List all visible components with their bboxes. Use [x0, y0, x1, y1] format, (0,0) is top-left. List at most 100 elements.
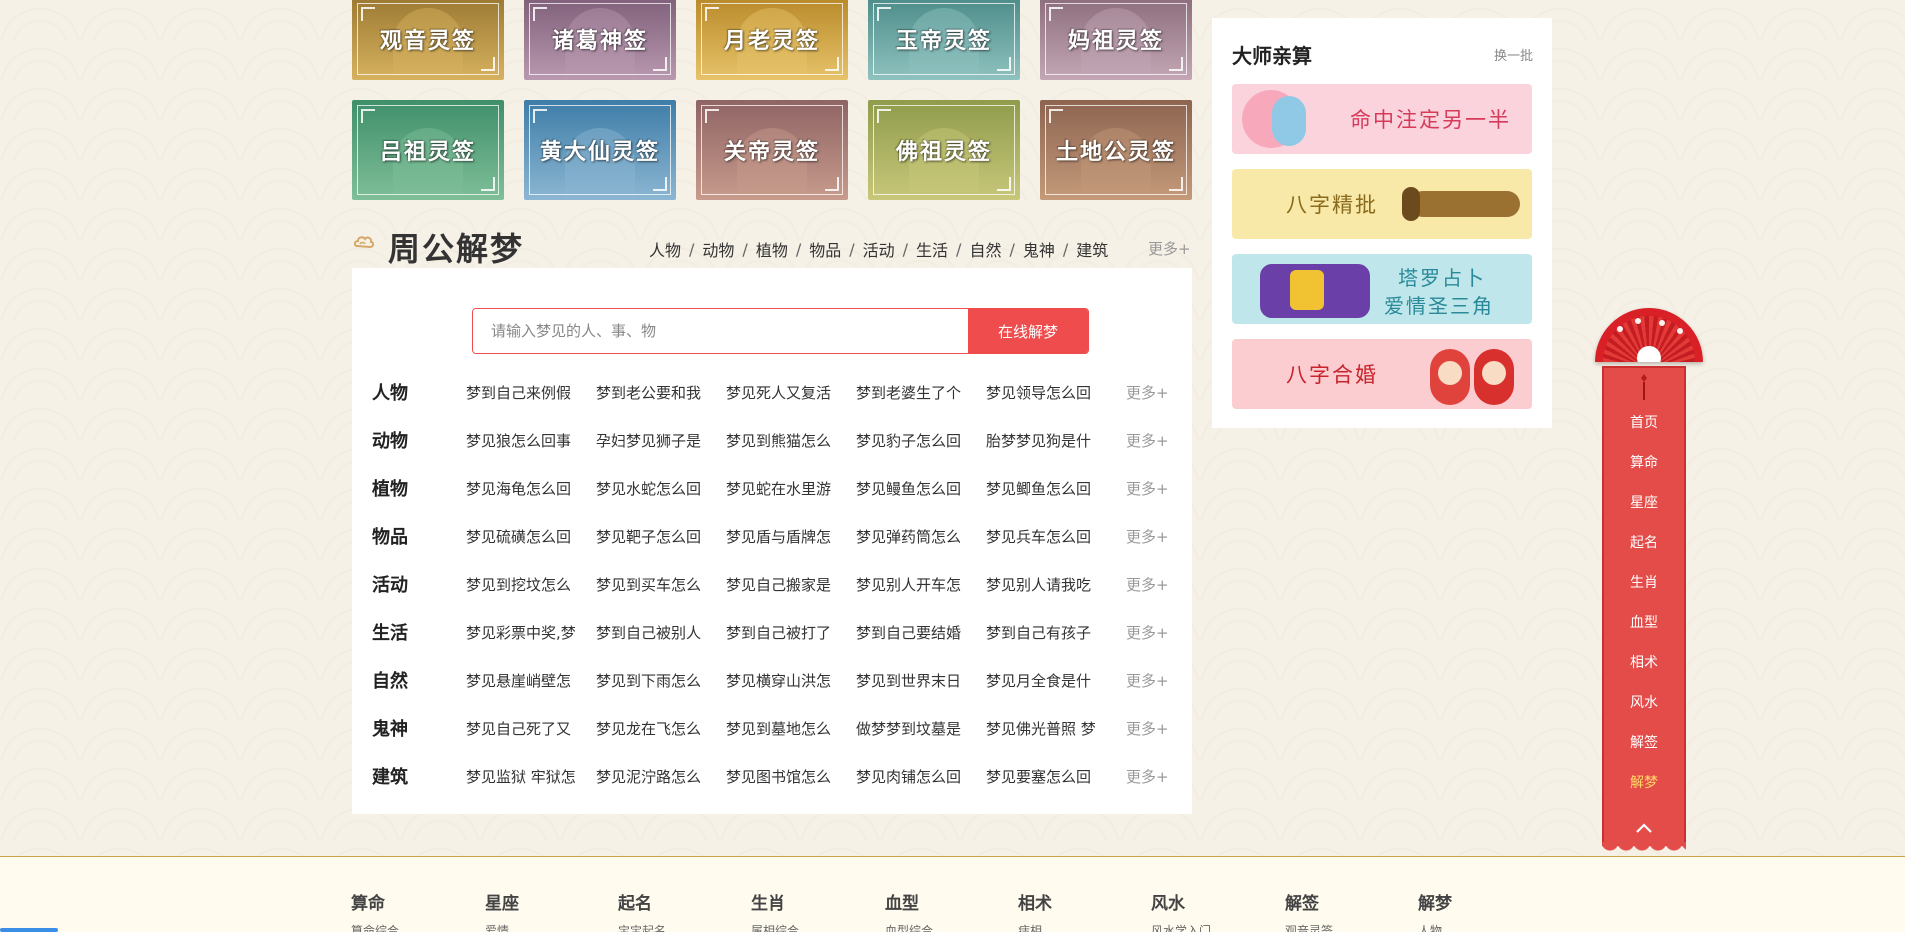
dream-row-more-link[interactable]: 更多+	[1126, 478, 1169, 499]
banner-bazi-reading[interactable]: 八字精批	[1232, 169, 1532, 239]
dream-link[interactable]: 梦见到世界末日	[856, 670, 986, 691]
footer-column-title[interactable]: 算命	[351, 894, 385, 914]
dream-nav-item[interactable]: 物品	[809, 237, 841, 261]
dream-row-more-link[interactable]: 更多+	[1126, 526, 1169, 547]
footer-column-link[interactable]: 爱情	[485, 922, 519, 932]
dream-nav-item[interactable]: 生活	[916, 237, 948, 261]
banner-bazi-marriage[interactable]: 八字合婚	[1232, 339, 1532, 409]
dream-link[interactable]: 孕妇梦见狮子是	[596, 430, 726, 451]
lottery-card[interactable]: 玉帝灵签	[868, 0, 1020, 80]
dream-search-button[interactable]: 在线解梦	[968, 309, 1088, 353]
dream-link[interactable]: 梦见月全食是什	[986, 670, 1116, 691]
dream-link[interactable]: 梦见到挖坟怎么	[466, 574, 596, 595]
dream-row-more-link[interactable]: 更多+	[1126, 622, 1169, 643]
lottery-card[interactable]: 关帝灵签	[696, 100, 848, 200]
footer-column-link[interactable]: 血型综合	[885, 922, 933, 932]
sidebar-refresh-link[interactable]: 换一批	[1494, 45, 1533, 64]
dream-link[interactable]: 梦见到买车怎么	[596, 574, 726, 595]
dream-nav-item[interactable]: 鬼神	[1023, 237, 1055, 261]
footer-column-link[interactable]: 属相综合	[751, 922, 799, 932]
footer-column-title[interactable]: 起名	[618, 894, 652, 914]
float-nav-zodiac[interactable]: 星座	[1604, 492, 1684, 512]
dream-link[interactable]: 做梦梦到坟墓是	[856, 718, 986, 739]
dream-link[interactable]: 梦到自己要结婚	[856, 622, 986, 643]
banner-destined-partner[interactable]: 命中注定另一半	[1232, 84, 1532, 154]
dream-link[interactable]: 梦见横穿山洪怎	[726, 670, 856, 691]
dream-link[interactable]: 梦见豹子怎么回	[856, 430, 986, 451]
lottery-card[interactable]: 观音灵签	[352, 0, 504, 80]
footer-column-link[interactable]: 痣相	[1018, 922, 1052, 932]
dream-link[interactable]: 梦到自己被打了	[726, 622, 856, 643]
dream-link[interactable]: 梦见领导怎么回	[986, 382, 1116, 403]
float-nav-shengxiao[interactable]: 生肖	[1604, 572, 1684, 592]
lottery-card[interactable]: 黄大仙灵签	[524, 100, 676, 200]
dream-link[interactable]: 梦见盾与盾牌怎	[726, 526, 856, 547]
lottery-card[interactable]: 诸葛神签	[524, 0, 676, 80]
float-nav-dream[interactable]: 解梦	[1604, 772, 1684, 792]
footer-column-title[interactable]: 相术	[1018, 894, 1052, 914]
dream-link[interactable]: 梦见别人请我吃	[986, 574, 1116, 595]
float-nav-bloodtype[interactable]: 血型	[1604, 612, 1684, 632]
float-nav-naming[interactable]: 起名	[1604, 532, 1684, 552]
dream-link[interactable]: 梦见蛇在水里游	[726, 478, 856, 499]
dream-nav-item[interactable]: 建筑	[1076, 237, 1108, 261]
dream-link[interactable]: 梦见弹药筒怎么	[856, 526, 986, 547]
dream-link[interactable]: 梦见图书馆怎么	[726, 766, 856, 787]
lottery-card[interactable]: 吕祖灵签	[352, 100, 504, 200]
dream-link[interactable]: 梦见佛光普照 梦	[986, 718, 1116, 739]
lottery-card[interactable]: 土地公灵签	[1040, 100, 1192, 200]
dream-link[interactable]: 梦见到下雨怎么	[596, 670, 726, 691]
footer-column-link[interactable]: 观音灵签	[1285, 922, 1333, 932]
dream-link[interactable]: 梦到老婆生了个	[856, 382, 986, 403]
footer-column-link[interactable]: 风水学入门	[1151, 922, 1211, 932]
dream-row-more-link[interactable]: 更多+	[1126, 430, 1169, 451]
footer-column-link[interactable]: 人物	[1418, 922, 1452, 932]
dream-link[interactable]: 梦见鲫鱼怎么回	[986, 478, 1116, 499]
dream-link[interactable]: 梦到老公要和我	[596, 382, 726, 403]
footer-column-link[interactable]: 宝宝起名	[618, 922, 666, 932]
dream-link[interactable]: 梦见自己死了又	[466, 718, 596, 739]
dream-link[interactable]: 梦见要塞怎么回	[986, 766, 1116, 787]
dream-link[interactable]: 梦见悬崖峭壁怎	[466, 670, 596, 691]
dream-link[interactable]: 梦见海龟怎么回	[466, 478, 596, 499]
dream-nav-item[interactable]: 自然	[969, 237, 1001, 261]
dream-link[interactable]: 梦见水蛇怎么回	[596, 478, 726, 499]
footer-column-title[interactable]: 生肖	[751, 894, 785, 914]
dream-nav-item[interactable]: 动物	[702, 237, 734, 261]
footer-column-link[interactable]: 算命综合	[351, 922, 399, 932]
float-nav-fortune[interactable]: 算命	[1604, 452, 1684, 472]
footer-column-title[interactable]: 解签	[1285, 894, 1319, 914]
float-nav-home[interactable]: 首页	[1604, 412, 1684, 432]
dream-nav-more-link[interactable]: 更多+	[1148, 238, 1191, 259]
dream-link[interactable]: 梦见别人开车怎	[856, 574, 986, 595]
lottery-card[interactable]: 月老灵签	[696, 0, 848, 80]
dream-row-more-link[interactable]: 更多+	[1126, 574, 1169, 595]
footer-column-title[interactable]: 血型	[885, 894, 919, 914]
dream-link[interactable]: 梦见鳗鱼怎么回	[856, 478, 986, 499]
dream-link[interactable]: 梦到自己来例假	[466, 382, 596, 403]
float-nav-fengshui[interactable]: 风水	[1604, 692, 1684, 712]
footer-column-title[interactable]: 风水	[1151, 894, 1185, 914]
footer-column-title[interactable]: 解梦	[1418, 894, 1452, 914]
dream-link[interactable]: 胎梦梦见狗是什	[986, 430, 1116, 451]
dream-nav-item[interactable]: 活动	[863, 237, 895, 261]
dream-search-input[interactable]	[473, 309, 968, 353]
dream-link[interactable]: 梦见自己搬家是	[726, 574, 856, 595]
dream-link[interactable]: 梦见硫磺怎么回	[466, 526, 596, 547]
dream-link[interactable]: 梦见泥泞路怎么	[596, 766, 726, 787]
dream-link[interactable]: 梦到自己有孩子	[986, 622, 1116, 643]
lottery-card[interactable]: 佛祖灵签	[868, 100, 1020, 200]
dream-link[interactable]: 梦见兵车怎么回	[986, 526, 1116, 547]
dream-link[interactable]: 梦见龙在飞怎么	[596, 718, 726, 739]
dream-link[interactable]: 梦见狼怎么回事	[466, 430, 596, 451]
dream-link[interactable]: 梦见死人又复活	[726, 382, 856, 403]
footer-column-title[interactable]: 星座	[485, 894, 519, 914]
dream-link[interactable]: 梦见监狱 牢狱怎	[466, 766, 596, 787]
dream-row-more-link[interactable]: 更多+	[1126, 382, 1169, 403]
lottery-card[interactable]: 妈祖灵签	[1040, 0, 1192, 80]
dream-link[interactable]: 梦见到墓地怎么	[726, 718, 856, 739]
back-to-top-button[interactable]	[1634, 818, 1654, 838]
float-nav-physiognomy[interactable]: 相术	[1604, 652, 1684, 672]
banner-tarot[interactable]: 塔罗占卜 爱情圣三角	[1232, 254, 1532, 324]
dream-nav-item[interactable]: 植物	[756, 237, 788, 261]
